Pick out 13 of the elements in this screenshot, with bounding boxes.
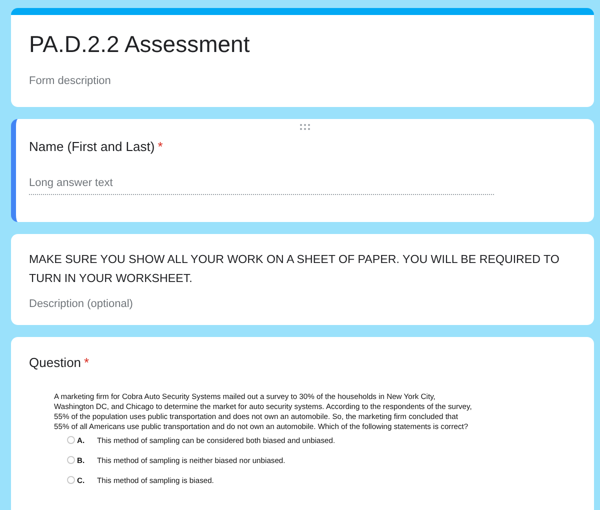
radio-button[interactable] xyxy=(67,436,75,444)
form-title: PA.D.2.2 Assessment xyxy=(29,31,251,59)
radio-button[interactable] xyxy=(67,476,75,484)
required-asterisk: * xyxy=(158,139,163,154)
answer-field: Long answer text xyxy=(29,174,494,196)
question-label: Question xyxy=(29,354,82,370)
radio-button[interactable] xyxy=(67,456,75,464)
required-asterisk: * xyxy=(84,354,90,370)
section-description: Description (optional) xyxy=(29,297,134,312)
form-description: Form description xyxy=(29,74,112,89)
drag-handle-icon[interactable] xyxy=(299,124,311,130)
section-title: MAKE SURE YOU SHOW ALL YOUR WORK ON A SHEET OF PAPER. YOU WILL BE REQUIRED TO TURN IN YOUR WORKSHEET. xyxy=(29,252,560,287)
question-label: Name (First and Last) xyxy=(29,139,155,154)
